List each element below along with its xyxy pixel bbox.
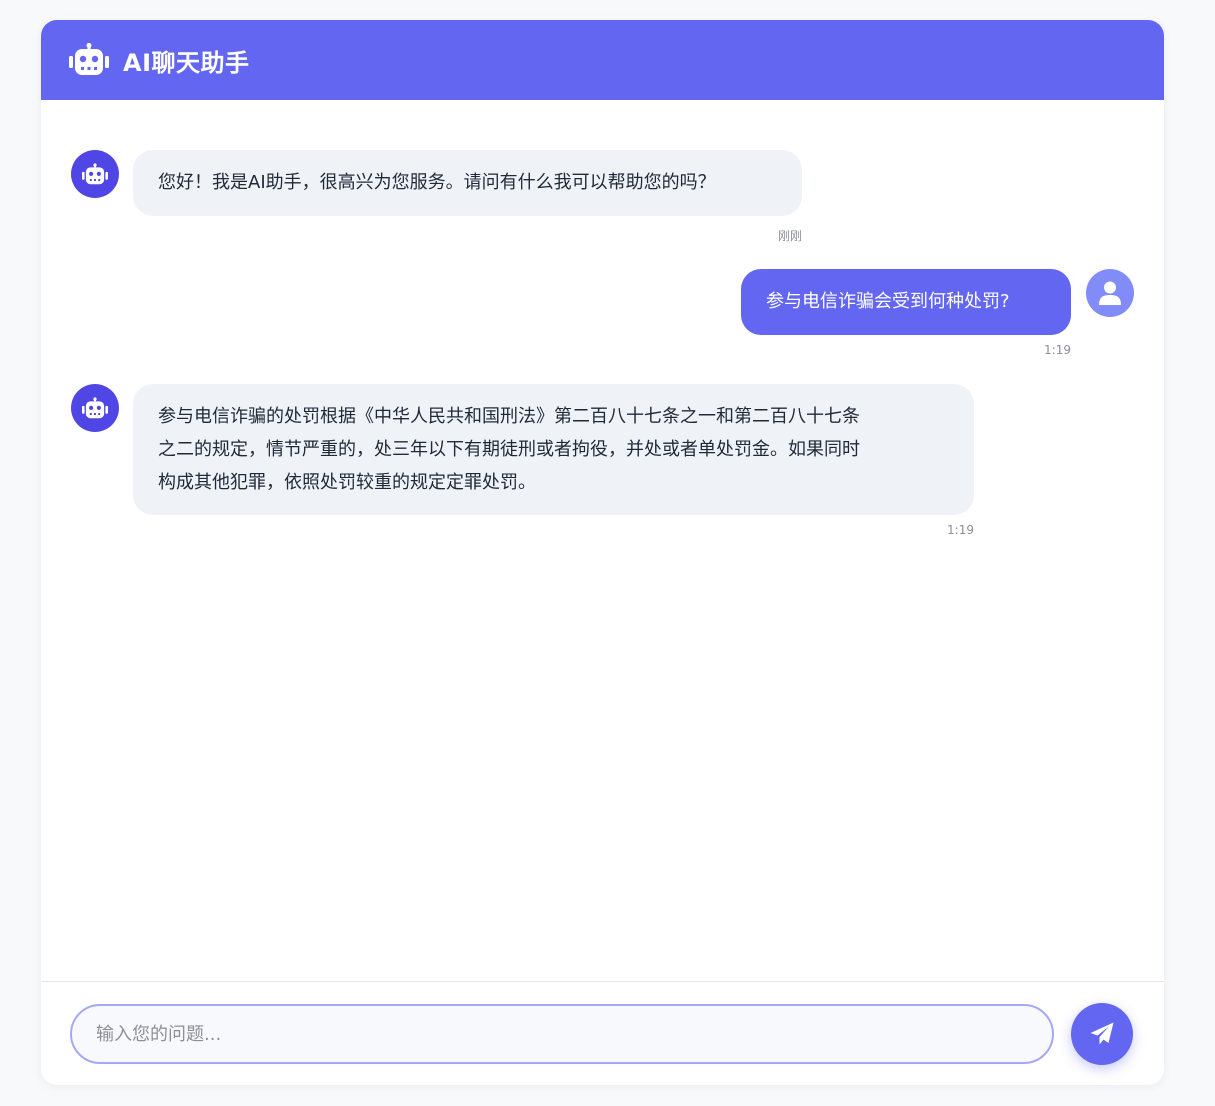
send-button[interactable] (1071, 1003, 1133, 1065)
message-timestamp: 1:19 (1044, 343, 1071, 357)
robot-icon (82, 162, 108, 184)
message-composer (41, 981, 1164, 1085)
bot-avatar (71, 384, 119, 432)
bot-avatar (71, 150, 119, 198)
robot-icon (69, 43, 109, 77)
user-message-bubble: 参与电信诈骗会受到何种处罚? (741, 269, 1071, 335)
message-text: 您好！我是AI助手，很高兴为您服务。请问有什么我可以帮助您的吗？ (158, 172, 716, 193)
message-line: 之二的规定，情节严重的，处三年以下有期徒刑或者拘役，并处或者单处罚金。如果同时 (158, 439, 860, 460)
message-text: 参与电信诈骗会受到何种处罚? (766, 291, 1010, 312)
user-icon (1099, 281, 1121, 305)
chat-window: AI聊天助手 您好！我是AI助手，很高兴为您服务。请问有什么我可以帮助您的吗？ … (41, 20, 1164, 1085)
bot-message-bubble: 参与电信诈骗的处罚根据《中华人民共和国刑法》第二百八十七条之一和第二百八十七条 … (133, 384, 974, 515)
chat-header: AI聊天助手 (41, 20, 1164, 100)
user-avatar (1086, 269, 1134, 317)
message-timestamp: 1:19 (947, 523, 974, 537)
bot-message-bubble: 您好！我是AI助手，很高兴为您服务。请问有什么我可以帮助您的吗？ (133, 150, 802, 216)
robot-icon (82, 396, 108, 418)
message-list[interactable]: 您好！我是AI助手，很高兴为您服务。请问有什么我可以帮助您的吗？ 刚刚 参与电信… (41, 100, 1164, 981)
message-line: 参与电信诈骗的处罚根据《中华人民共和国刑法》第二百八十七条之一和第二百八十七条 (158, 406, 860, 427)
message-input[interactable] (70, 1004, 1054, 1064)
paper-plane-icon (1090, 1022, 1114, 1045)
message-line: 构成其他犯罪，依照处罚较重的规定定罪处罚。 (158, 472, 536, 493)
message-timestamp: 刚刚 (777, 229, 802, 243)
app-title: AI聊天助手 (123, 48, 250, 77)
